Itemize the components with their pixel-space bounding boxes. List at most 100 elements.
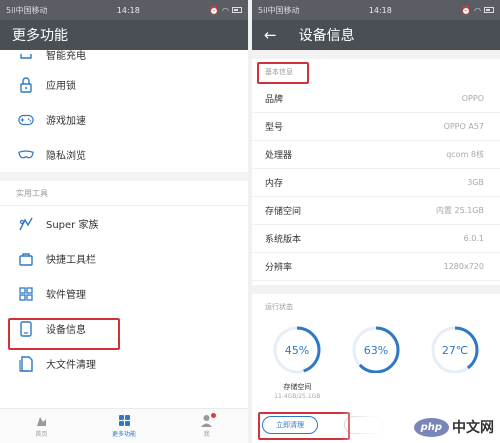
nav-label: 我 <box>203 431 210 438</box>
list-item-label: 大文件清理 <box>46 360 96 371</box>
info-key: 系统版本 <box>265 235 302 245</box>
nav-me[interactable]: 我 <box>165 409 248 443</box>
list-item-super-family[interactable]: Super 家族 <box>0 206 248 241</box>
info-row: 品牌 OPPO <box>252 85 500 113</box>
status-bar: 5il中国移动 14:18 ⏰ ◠ <box>252 0 500 20</box>
watermark: php 中文网 <box>340 373 500 443</box>
toolbar-icon <box>18 251 34 267</box>
info-value: OPPO A57 <box>443 122 484 131</box>
list-item-large-file-clean[interactable]: 大文件清理 <box>0 346 248 381</box>
info-key: 品牌 <box>265 95 284 105</box>
info-list: 品牌 OPPO 型号 OPPO A57 处理器 qcom 8核内存 3GB 存储空间 内置 25… <box>252 85 500 281</box>
info-value: 6.0.1 <box>463 234 484 243</box>
list-item-app-manager[interactable]: 软件管理 <box>0 276 248 311</box>
gauge-value: 27℃ <box>441 344 467 357</box>
list-item-label: 软件管理 <box>46 290 86 301</box>
file-icon <box>18 355 34 372</box>
nav-label: 更多功能 <box>112 431 137 438</box>
list-item-quick-toolbar[interactable]: 快捷工具栏 <box>0 241 248 276</box>
info-key: 内存 <box>265 179 284 189</box>
battery-icon <box>232 7 242 13</box>
list-item-app-lock[interactable]: 应用锁 <box>0 67 248 102</box>
screenshot-composite: 5il中国移动 14:18 ⏰ ◠ 更多功能 智能充电 应用锁 游戏加速 隐私浏… <box>0 0 500 443</box>
page-title: 设备信息 <box>298 28 355 44</box>
home-icon <box>36 417 46 426</box>
gauge-ring: 27℃ <box>431 326 479 374</box>
gauge-subtext: 11.4GB/25.1GB <box>274 393 321 400</box>
info-value: OPPO <box>461 94 484 103</box>
info-row: 分辨率 1280x720 <box>252 253 500 281</box>
info-key: 型号 <box>265 123 284 133</box>
phone-icon <box>18 320 34 337</box>
list-item-label: 设备信息 <box>46 325 86 336</box>
status-icons: ⏰ ◠ <box>461 6 494 15</box>
wifi-icon: ◠ <box>474 5 481 15</box>
carrier-text: 5il中国移动 <box>258 5 300 15</box>
logo-text: 中文网 <box>452 420 494 436</box>
bottom-nav: 首页 更多功能 我 <box>0 408 248 443</box>
info-value: 3GB <box>467 178 484 187</box>
basic-info-label: 基本信息 <box>265 68 293 76</box>
list-item-label: 应用锁 <box>46 81 76 92</box>
gauge-caption: 存储空间 <box>283 383 312 391</box>
gauge-value: 63% <box>364 344 388 357</box>
app-bar: 更多功能 <box>0 20 248 50</box>
carrier-text: 5il中国移动 <box>6 5 48 15</box>
clock-text: 14:18 <box>368 5 392 15</box>
section-gap <box>252 50 500 59</box>
arrow-left-icon[interactable]: ← <box>264 26 277 44</box>
super-icon <box>18 216 34 232</box>
info-key: 分辨率 <box>265 263 293 273</box>
nav-label: 首页 <box>35 431 48 438</box>
info-row: 处理器 qcom 8核 <box>252 141 500 169</box>
section-gap <box>0 172 248 181</box>
wifi-icon: ◠ <box>222 5 229 15</box>
section-gap <box>252 285 500 294</box>
status-gauge: 45% 存储空间 11.4GB/25.1GB <box>269 324 325 400</box>
info-value: 内置 25.1GB <box>435 206 484 215</box>
list-item-label: Super 家族 <box>46 220 99 231</box>
section-label-tools: 实用工具 <box>0 181 248 206</box>
info-row: 型号 OPPO A57 <box>252 113 500 141</box>
info-key: 存储空间 <box>265 207 302 217</box>
gauge-value: 45% <box>285 344 309 357</box>
php-logo-badge: php <box>413 417 449 437</box>
list-item-label: 隐私浏览 <box>46 151 86 162</box>
list-item-label: 游戏加速 <box>46 116 86 127</box>
battery-icon <box>484 7 494 13</box>
lock-icon <box>18 76 34 93</box>
info-value: 1280x720 <box>443 262 484 271</box>
list-item-smart-charge[interactable]: 智能充电 <box>0 50 248 67</box>
more-features-screen: 5il中国移动 14:18 ⏰ ◠ 更多功能 智能充电 应用锁 游戏加速 隐私浏… <box>0 0 248 443</box>
info-value: qcom 8核 <box>446 150 484 159</box>
info-row: 内存 3GB <box>252 169 500 197</box>
gauge-ring: 45% <box>273 326 321 374</box>
nav-home[interactable]: 首页 <box>0 409 83 443</box>
list-item-private-browse[interactable]: 隐私浏览 <box>0 137 248 172</box>
alarm-icon: ⏰ <box>209 5 220 15</box>
list-item-game-boost[interactable]: 游戏加速 <box>0 102 248 137</box>
info-row: 系统版本 6.0.1 <box>252 225 500 253</box>
notification-dot <box>210 413 216 418</box>
info-key: 处理器 <box>265 151 293 161</box>
grid-icon <box>118 415 130 426</box>
gamepad-icon <box>18 112 34 128</box>
alarm-icon: ⏰ <box>461 5 472 15</box>
list-item-device-info[interactable]: 设备信息 <box>0 311 248 346</box>
status-bar: 5il中国移动 14:18 ⏰ ◠ <box>0 0 248 20</box>
mask-icon <box>18 147 34 163</box>
info-row: 存储空间 内置 25.1GB <box>252 197 500 225</box>
php-cn-logo: php 中文网 <box>413 417 494 437</box>
list-item-label: 快捷工具栏 <box>46 255 96 266</box>
section-label-running: 运行状态 <box>265 303 293 311</box>
list-item-label: 智能充电 <box>46 51 86 62</box>
page-title: 更多功能 <box>12 28 68 44</box>
section-label-basic: 基本信息 <box>252 59 500 85</box>
nav-more-features[interactable]: 更多功能 <box>83 409 166 443</box>
charge-icon <box>18 51 34 67</box>
clean-now-button[interactable]: 立即清理 <box>262 416 318 434</box>
grid-icon <box>18 286 34 302</box>
status-icons: ⏰ ◠ <box>209 6 242 15</box>
clock-text: 14:18 <box>116 5 140 15</box>
gauge-ring: 63% <box>352 326 400 374</box>
